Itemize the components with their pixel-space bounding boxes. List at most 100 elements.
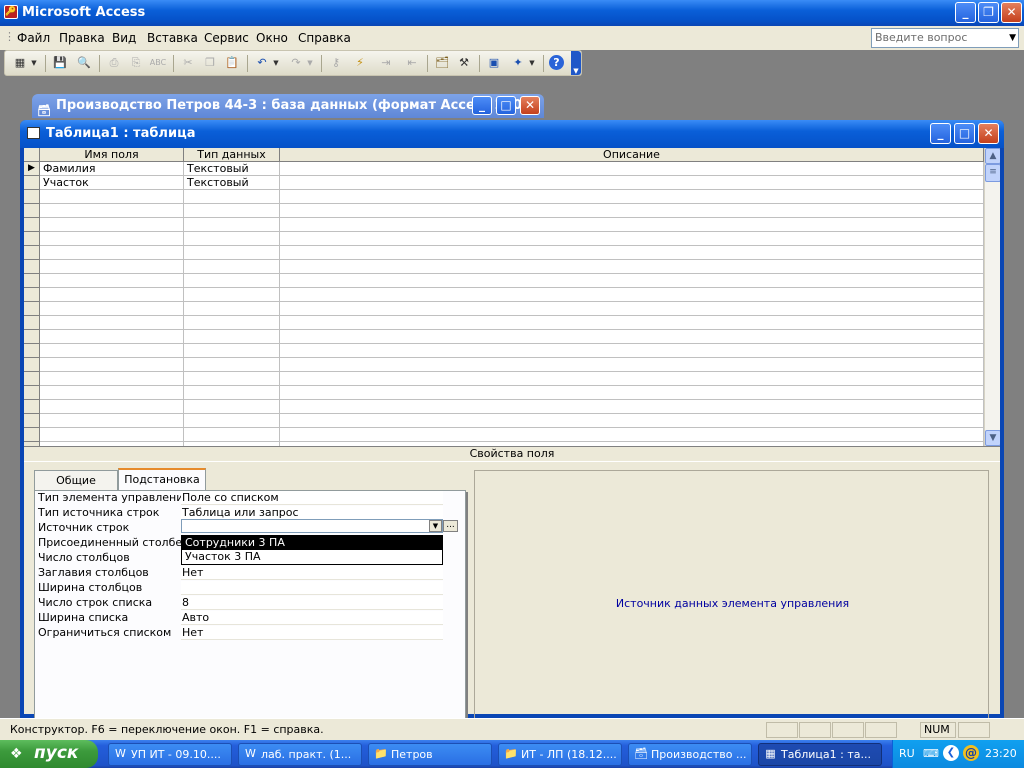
row-selector[interactable] bbox=[24, 400, 40, 414]
empty-cell[interactable] bbox=[280, 330, 984, 344]
ask-question-input[interactable]: Введите вопрос ▼ bbox=[871, 28, 1019, 48]
empty-grid-row[interactable] bbox=[24, 344, 984, 358]
empty-cell[interactable] bbox=[184, 386, 280, 400]
empty-cell[interactable] bbox=[184, 372, 280, 386]
row-selector[interactable] bbox=[24, 414, 40, 428]
access-key-icon[interactable]: 🔑 bbox=[4, 5, 18, 19]
empty-cell[interactable] bbox=[184, 428, 280, 442]
property-value[interactable]: 8 bbox=[181, 596, 443, 610]
db-close-button[interactable]: ✕ bbox=[520, 96, 540, 115]
empty-cell[interactable] bbox=[184, 330, 280, 344]
table-minimize-button[interactable]: _ bbox=[930, 123, 951, 144]
table-window-title-bar[interactable]: Таблица1 : таблица _ □ ✕ bbox=[20, 120, 1004, 148]
empty-cell[interactable] bbox=[40, 386, 184, 400]
dropdown-option[interactable]: Сотрудники 3 ПА bbox=[182, 536, 442, 550]
view-icon[interactable]: ▦ bbox=[11, 55, 29, 71]
row-selector[interactable] bbox=[24, 204, 40, 218]
properties-sheet-icon[interactable]: 🗂 bbox=[433, 55, 451, 71]
empty-cell[interactable] bbox=[280, 316, 984, 330]
row-selector[interactable] bbox=[24, 344, 40, 358]
minimize-button[interactable]: _ bbox=[955, 2, 976, 23]
empty-cell[interactable] bbox=[184, 358, 280, 372]
row-selector[interactable] bbox=[24, 316, 40, 330]
empty-grid-row[interactable] bbox=[24, 260, 984, 274]
empty-grid-row[interactable] bbox=[24, 358, 984, 372]
db-minimize-button[interactable]: _ bbox=[472, 96, 492, 115]
grid-vertical-scrollbar[interactable]: ▲ ≡ ▼ bbox=[984, 148, 1000, 446]
property-value[interactable] bbox=[181, 581, 443, 595]
table-close-button[interactable]: ✕ bbox=[978, 123, 999, 144]
empty-grid-row[interactable] bbox=[24, 386, 984, 400]
at-sign-icon[interactable]: @ bbox=[963, 745, 979, 761]
row-selector[interactable] bbox=[24, 274, 40, 288]
index-icon[interactable]: ⚡ bbox=[351, 55, 369, 71]
row-selector[interactable] bbox=[24, 302, 40, 316]
empty-cell[interactable] bbox=[184, 246, 280, 260]
save-icon[interactable]: 💾 bbox=[51, 55, 69, 71]
field-name-cell[interactable]: Фамилия bbox=[40, 162, 184, 176]
print-icon[interactable]: ⎙ bbox=[105, 55, 123, 71]
menu-file[interactable]: Файл bbox=[17, 30, 50, 46]
row-selector[interactable] bbox=[24, 288, 40, 302]
table-row[interactable]: Участок Текстовый bbox=[24, 176, 984, 190]
redo-dropdown-icon[interactable]: ▼ bbox=[305, 55, 315, 71]
row-selector[interactable] bbox=[24, 358, 40, 372]
start-button[interactable]: ❖ пуск bbox=[0, 740, 98, 768]
menu-window[interactable]: Окно bbox=[256, 30, 288, 46]
chevron-left-icon[interactable]: ❮ bbox=[943, 745, 959, 761]
row-selector[interactable] bbox=[24, 218, 40, 232]
empty-cell[interactable] bbox=[184, 302, 280, 316]
empty-cell[interactable] bbox=[40, 260, 184, 274]
taskbar-item[interactable]: Wлаб. практ. (1... bbox=[238, 743, 362, 766]
empty-cell[interactable] bbox=[184, 190, 280, 204]
empty-cell[interactable] bbox=[40, 358, 184, 372]
language-indicator[interactable]: RU bbox=[899, 747, 915, 760]
empty-cell[interactable] bbox=[280, 232, 984, 246]
empty-grid-row[interactable] bbox=[24, 246, 984, 260]
empty-cell[interactable] bbox=[280, 400, 984, 414]
db-maximize-button[interactable]: □ bbox=[496, 96, 516, 115]
empty-cell[interactable] bbox=[184, 260, 280, 274]
empty-cell[interactable] bbox=[40, 372, 184, 386]
property-value[interactable]: Поле со списком bbox=[181, 491, 443, 505]
key-icon[interactable]: ⚷ bbox=[327, 55, 345, 71]
empty-cell[interactable] bbox=[280, 218, 984, 232]
close-button[interactable]: ✕ bbox=[1001, 2, 1022, 23]
empty-grid-row[interactable] bbox=[24, 190, 984, 204]
dropdown-option[interactable]: Участок 3 ПА bbox=[182, 550, 442, 564]
taskbar-item-active[interactable]: ▦ Таблица1 : та... bbox=[758, 743, 882, 766]
empty-cell[interactable] bbox=[280, 190, 984, 204]
empty-grid-row[interactable] bbox=[24, 302, 984, 316]
keyboard-icon[interactable]: ⌨ bbox=[923, 747, 939, 760]
menu-edit[interactable]: Правка bbox=[59, 30, 105, 46]
database-window-title-bar[interactable]: 🗃 Производство Петров 44-3 : база данных… bbox=[32, 94, 544, 118]
insert-rows-icon[interactable]: ⇥ bbox=[377, 55, 395, 71]
data-type-cell[interactable]: Текстовый bbox=[184, 176, 280, 190]
scroll-up-icon[interactable]: ▲ bbox=[985, 148, 1000, 164]
taskbar-item[interactable]: 📁 ИТ - ЛП (18.12.... bbox=[498, 743, 622, 766]
data-type-cell[interactable]: Текстовый bbox=[184, 162, 280, 176]
table-row[interactable]: ▶ Фамилия Текстовый bbox=[24, 162, 984, 176]
undo-dropdown-icon[interactable]: ▼ bbox=[271, 55, 281, 71]
empty-cell[interactable] bbox=[280, 414, 984, 428]
build-button-icon[interactable]: ... bbox=[443, 520, 458, 532]
row-selector[interactable] bbox=[24, 260, 40, 274]
empty-grid-row[interactable] bbox=[24, 414, 984, 428]
empty-cell[interactable] bbox=[40, 302, 184, 316]
empty-grid-row[interactable] bbox=[24, 288, 984, 302]
empty-cell[interactable] bbox=[40, 344, 184, 358]
help-icon[interactable]: ? bbox=[549, 55, 564, 70]
row-selector[interactable] bbox=[24, 330, 40, 344]
empty-cell[interactable] bbox=[40, 274, 184, 288]
empty-grid-row[interactable] bbox=[24, 218, 984, 232]
empty-cell[interactable] bbox=[280, 204, 984, 218]
cut-icon[interactable]: ✂ bbox=[179, 55, 197, 71]
tab-general[interactable]: Общие bbox=[34, 470, 118, 490]
new-object-icon[interactable]: ✦ bbox=[509, 55, 527, 71]
empty-cell[interactable] bbox=[184, 400, 280, 414]
description-cell[interactable] bbox=[280, 162, 984, 176]
menu-insert[interactable]: Вставка bbox=[147, 30, 198, 46]
empty-cell[interactable] bbox=[40, 414, 184, 428]
taskbar-item[interactable]: W УП ИТ - 09.10.... bbox=[108, 743, 232, 766]
empty-cell[interactable] bbox=[280, 372, 984, 386]
